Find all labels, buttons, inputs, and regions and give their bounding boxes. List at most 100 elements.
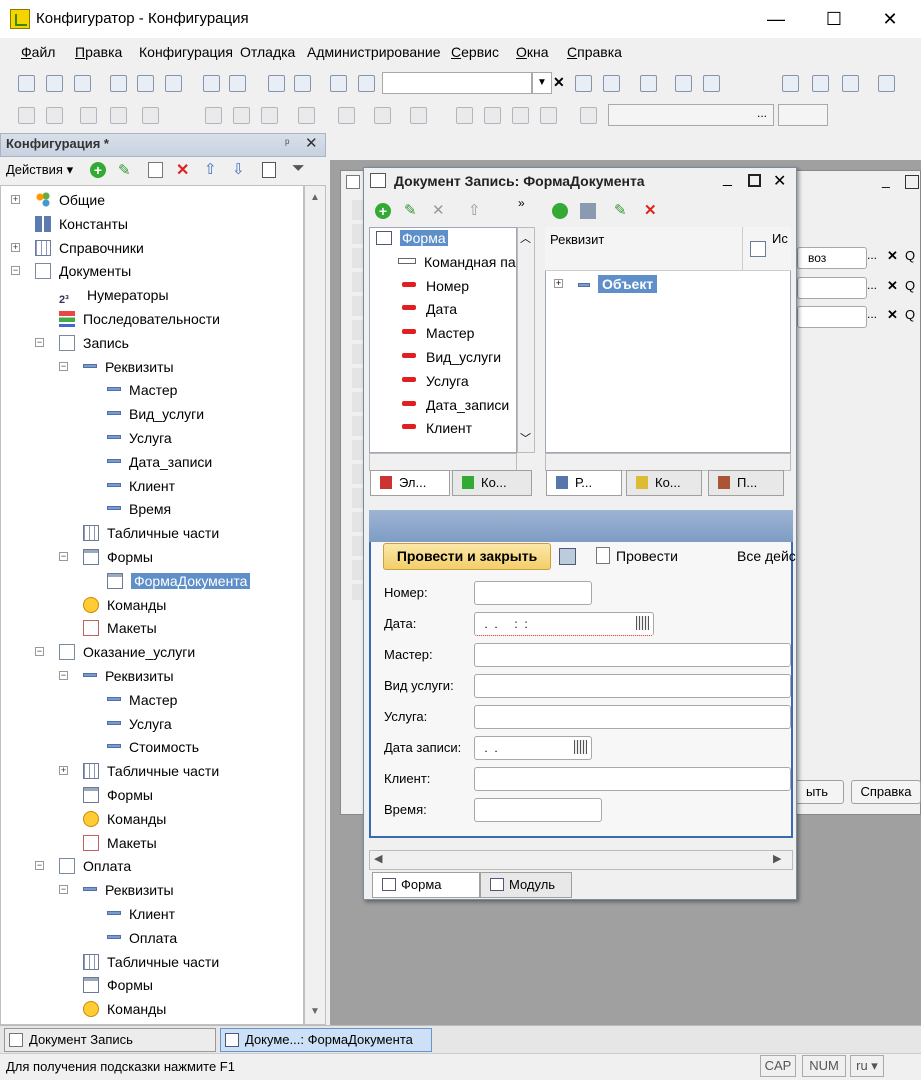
bg-close-button[interactable]: ыть: [790, 780, 844, 804]
form-hscroll[interactable]: [369, 850, 793, 870]
copy-icon[interactable]: [137, 75, 154, 92]
form-scroll-right[interactable]: ▶: [773, 852, 781, 865]
el-vscroll[interactable]: [517, 227, 535, 453]
scroll-down-icon[interactable]: ▼: [310, 1006, 320, 1017]
bg-field-3-more[interactable]: ...: [867, 307, 877, 321]
align-center-icon[interactable]: [484, 107, 501, 124]
post-icon[interactable]: [596, 547, 610, 564]
print-icon[interactable]: [203, 75, 220, 92]
doc-minimize-icon[interactable]: _: [723, 170, 732, 188]
tree-node[interactable]: Мастер: [107, 379, 177, 401]
copy-icon[interactable]: [148, 162, 163, 178]
minimize-button[interactable]: —: [748, 0, 804, 38]
tree-expand-icon[interactable]: −: [59, 671, 68, 680]
tree-expand-icon[interactable]: −: [35, 647, 44, 657]
tree-node[interactable]: − Запись: [35, 332, 129, 354]
undo-icon[interactable]: [268, 75, 285, 92]
db-icon[interactable]: [842, 75, 859, 92]
bg-field-1-clear[interactable]: ✕: [887, 248, 898, 264]
bg-field-3-clear[interactable]: ✕: [887, 307, 898, 323]
find-next-icon[interactable]: [575, 75, 592, 92]
el-up-icon[interactable]: ⇧: [468, 201, 481, 219]
tree-node[interactable]: − Формы: [59, 546, 153, 568]
new-file-icon[interactable]: [18, 75, 35, 92]
el-scroll-up[interactable]: ︿: [520, 230, 531, 246]
element-item[interactable]: Услуга: [376, 373, 516, 389]
bg-field-2-search[interactable]: Q: [905, 278, 915, 293]
add-icon[interactable]: +: [90, 162, 106, 178]
form-field-input[interactable]: [474, 581, 592, 605]
border-icon[interactable]: [298, 107, 315, 124]
menu-item-1[interactable]: Правка: [75, 44, 122, 60]
actions-menu[interactable]: Действия ▾: [6, 162, 73, 178]
tree-node[interactable]: Время: [107, 498, 171, 520]
language-selector[interactable]: ru ▾: [850, 1055, 884, 1077]
align-left-icon[interactable]: [456, 107, 473, 124]
find-prev-icon[interactable]: [603, 75, 620, 92]
tree-node[interactable]: − Оплата: [35, 855, 131, 877]
element-item[interactable]: Форма: [376, 230, 516, 246]
tree-expand-icon[interactable]: +: [11, 242, 20, 252]
form-field-input[interactable]: [474, 705, 791, 729]
bg-field-1-search[interactable]: Q: [905, 248, 915, 263]
element-item[interactable]: Номер: [376, 278, 516, 294]
tree-node[interactable]: Команды: [83, 594, 166, 616]
paste-icon[interactable]: [165, 75, 182, 92]
menu-item-3[interactable]: Отладка: [240, 44, 295, 60]
tree-node[interactable]: 2³ Нумераторы: [59, 284, 169, 306]
el-scroll-down[interactable]: ﹀: [520, 430, 531, 446]
tree-expand-icon[interactable]: −: [35, 337, 44, 347]
tree-node[interactable]: Формы: [83, 974, 153, 996]
search-input[interactable]: [382, 72, 532, 94]
menu-item-0[interactable]: Файл: [21, 44, 55, 60]
tree-node[interactable]: ФормаДокумента: [107, 570, 251, 592]
attr-add-col-icon[interactable]: [580, 203, 596, 219]
font-color-icon[interactable]: [374, 107, 391, 124]
search-icon[interactable]: [358, 75, 375, 92]
maximize-button[interactable]: ☐: [806, 0, 862, 38]
tree-node[interactable]: − Реквизиты: [59, 356, 174, 378]
tree-node[interactable]: Дата_записи: [107, 451, 212, 473]
tree-node[interactable]: + Справочники: [11, 237, 144, 259]
form-field-input[interactable]: [474, 767, 791, 791]
tree-node[interactable]: Табличные части: [83, 951, 219, 973]
tree-node[interactable]: Макеты: [83, 617, 157, 639]
menu-item-2[interactable]: Конфигурация: [139, 44, 233, 60]
help-icon[interactable]: [703, 75, 720, 92]
el-add-icon[interactable]: +: [375, 203, 391, 219]
open-icon[interactable]: [46, 75, 63, 92]
task-document-zapis[interactable]: Документ Запись: [4, 1028, 216, 1052]
config-tree[interactable]: + Общие Константы + Справочники − Документы 2³ Н…: [0, 185, 304, 1025]
tree-node[interactable]: − Реквизиты: [59, 879, 174, 901]
post-button[interactable]: Провести: [616, 548, 678, 564]
menu-item-5[interactable]: Сервис: [451, 44, 499, 60]
align-right-icon[interactable]: [512, 107, 529, 124]
menu-item-4[interactable]: Администрирование: [307, 44, 441, 60]
attr-delete-icon[interactable]: ✕: [644, 201, 657, 219]
redo-icon[interactable]: [294, 75, 311, 92]
el-delete-icon[interactable]: ✕: [432, 201, 445, 219]
tree-expand-icon[interactable]: −: [59, 361, 68, 371]
element-item[interactable]: Командная па: [376, 254, 516, 270]
sort-icon[interactable]: [262, 162, 276, 178]
tools-icon[interactable]: [878, 75, 895, 92]
bg-field-2-more[interactable]: ...: [867, 278, 877, 292]
tree-node[interactable]: − Оказание_услуги: [35, 641, 195, 663]
save-icon[interactable]: [74, 75, 91, 92]
filter-icon[interactable]: ⏷: [292, 160, 305, 178]
attr-edit-icon[interactable]: ✎: [614, 201, 627, 219]
post-and-close-button[interactable]: Провести и закрыть: [383, 543, 551, 570]
bold-icon[interactable]: [205, 107, 222, 124]
tree-expand-icon[interactable]: +: [11, 195, 20, 204]
bg-field-2[interactable]: [797, 277, 867, 299]
el-hscroll[interactable]: [369, 453, 517, 471]
doc-maximize-icon[interactable]: [748, 174, 761, 187]
tree-node[interactable]: Мастер: [107, 689, 177, 711]
tree-node[interactable]: Клиент: [107, 903, 175, 925]
delete-icon[interactable]: ✕: [176, 160, 189, 180]
tree-node[interactable]: Вид_услуги: [107, 403, 204, 425]
form-icon[interactable]: [110, 107, 127, 124]
element-item[interactable]: Клиент: [376, 420, 516, 436]
tree-node[interactable]: Макеты: [83, 832, 157, 854]
menu-item-6[interactable]: Окна: [516, 44, 549, 60]
